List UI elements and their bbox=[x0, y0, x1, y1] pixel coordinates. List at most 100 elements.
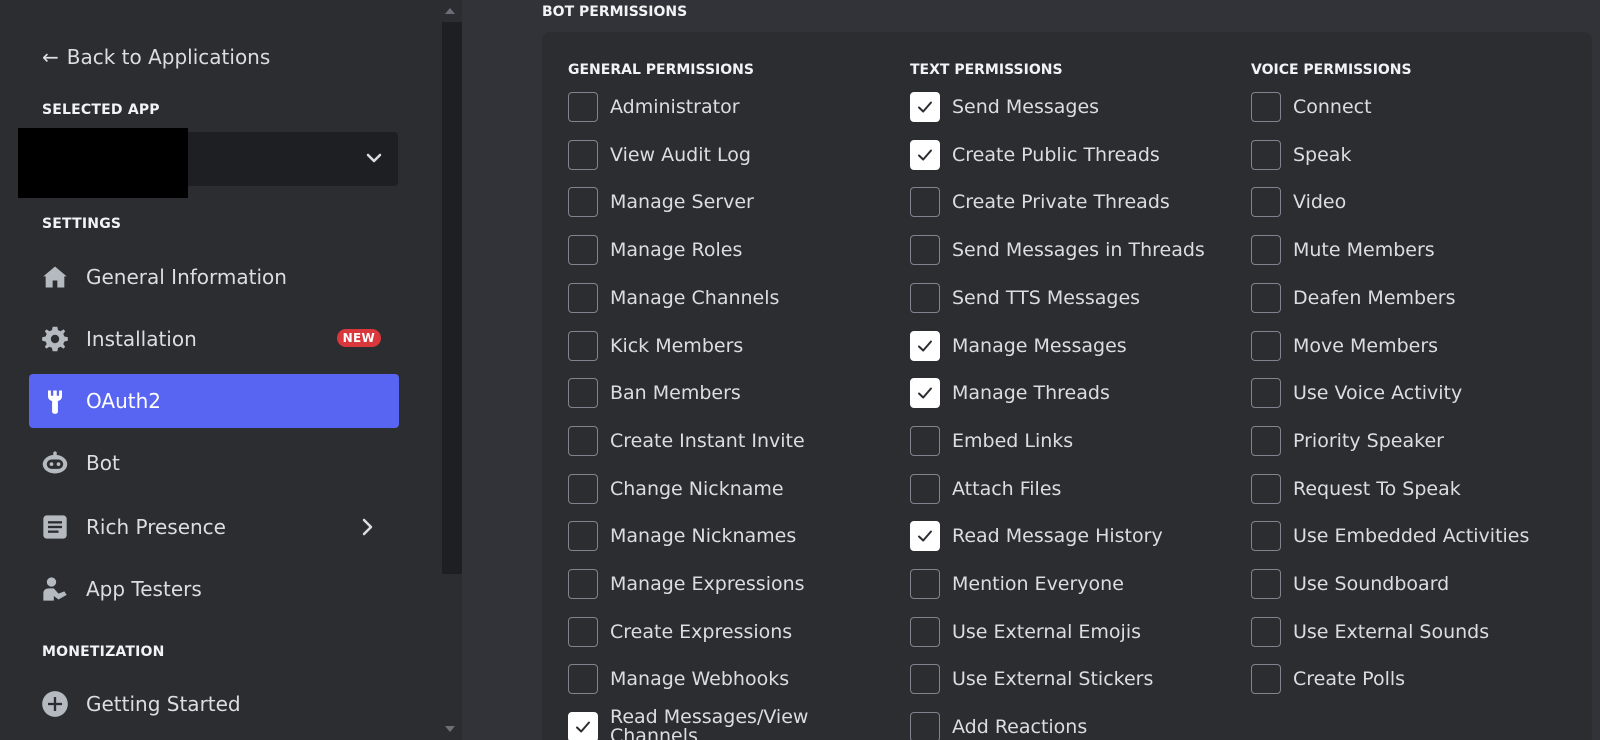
permission-row[interactable]: Read Message History bbox=[910, 519, 1163, 553]
permission-label: Deafen Members bbox=[1293, 286, 1456, 309]
permission-checkbox[interactable] bbox=[1251, 521, 1281, 551]
permission-row[interactable]: Add Reactions bbox=[910, 710, 1087, 740]
permission-checkbox[interactable] bbox=[568, 664, 598, 694]
sidebar-item-app-testers[interactable]: App Testers bbox=[29, 562, 399, 616]
sidebar-item-rich-presence[interactable]: Rich Presence bbox=[29, 500, 399, 554]
permission-row[interactable]: Send Messages in Threads bbox=[910, 233, 1205, 267]
permission-row[interactable]: Create Expressions bbox=[568, 615, 792, 649]
permission-checkbox[interactable] bbox=[1251, 235, 1281, 265]
permission-checkbox[interactable] bbox=[568, 187, 598, 217]
permission-row[interactable]: Priority Speaker bbox=[1251, 424, 1444, 458]
permission-checkbox[interactable] bbox=[568, 140, 598, 170]
permission-checkbox[interactable] bbox=[910, 569, 940, 599]
permission-row[interactable]: View Audit Log bbox=[568, 138, 751, 172]
permission-row[interactable]: Request To Speak bbox=[1251, 472, 1461, 506]
permission-checkbox[interactable] bbox=[568, 617, 598, 647]
permission-checkbox[interactable] bbox=[1251, 187, 1281, 217]
permission-checkbox[interactable] bbox=[910, 92, 940, 122]
home-icon bbox=[40, 262, 70, 292]
permission-row[interactable]: Read Messages/View Channels bbox=[568, 708, 820, 740]
permission-row[interactable]: Manage Nicknames bbox=[568, 519, 796, 553]
permission-row[interactable]: Embed Links bbox=[910, 424, 1073, 458]
permission-checkbox[interactable] bbox=[1251, 664, 1281, 694]
permission-row[interactable]: Use Soundboard bbox=[1251, 567, 1449, 601]
permission-checkbox[interactable] bbox=[568, 569, 598, 599]
permission-row[interactable]: Use External Sounds bbox=[1251, 615, 1489, 649]
permission-row[interactable]: Manage Expressions bbox=[568, 567, 805, 601]
permission-checkbox[interactable] bbox=[1251, 283, 1281, 313]
permission-checkbox[interactable] bbox=[568, 331, 598, 361]
scroll-up-arrow[interactable] bbox=[445, 8, 455, 14]
permission-row[interactable]: Speak bbox=[1251, 138, 1351, 172]
app-selector-dropdown[interactable] bbox=[18, 128, 398, 198]
permission-row[interactable]: Create Public Threads bbox=[910, 138, 1160, 172]
permission-checkbox[interactable] bbox=[910, 187, 940, 217]
permission-row[interactable]: Manage Messages bbox=[910, 329, 1127, 363]
new-badge: NEW bbox=[336, 329, 381, 347]
permission-row[interactable]: Use External Emojis bbox=[910, 615, 1141, 649]
permission-checkbox[interactable] bbox=[1251, 569, 1281, 599]
permission-checkbox[interactable] bbox=[568, 521, 598, 551]
permission-row[interactable]: Create Instant Invite bbox=[568, 424, 805, 458]
permission-row[interactable]: Create Polls bbox=[1251, 662, 1405, 696]
permission-row[interactable]: Use Embedded Activities bbox=[1251, 519, 1529, 553]
sidebar-scrollbar-thumb[interactable] bbox=[442, 22, 462, 574]
permission-row[interactable]: Attach Files bbox=[910, 472, 1061, 506]
permission-row[interactable]: Send Messages bbox=[910, 90, 1099, 124]
permission-checkbox[interactable] bbox=[910, 378, 940, 408]
back-to-applications-link[interactable]: ← Back to Applications bbox=[42, 42, 270, 72]
permission-checkbox[interactable] bbox=[910, 474, 940, 504]
permission-checkbox[interactable] bbox=[568, 474, 598, 504]
permission-checkbox[interactable] bbox=[910, 617, 940, 647]
permission-row[interactable]: Use Voice Activity bbox=[1251, 376, 1462, 410]
monetization-label: MONETIZATION bbox=[42, 644, 165, 660]
permission-checkbox[interactable] bbox=[1251, 378, 1281, 408]
permission-row[interactable]: Manage Webhooks bbox=[568, 662, 789, 696]
scroll-down-arrow[interactable] bbox=[445, 726, 455, 732]
permission-row[interactable]: Manage Threads bbox=[910, 376, 1110, 410]
permission-row[interactable]: Move Members bbox=[1251, 329, 1438, 363]
permission-checkbox[interactable] bbox=[910, 712, 940, 740]
permission-checkbox[interactable] bbox=[1251, 92, 1281, 122]
permission-checkbox[interactable] bbox=[568, 92, 598, 122]
permission-row[interactable]: Manage Roles bbox=[568, 233, 742, 267]
permission-checkbox[interactable] bbox=[1251, 331, 1281, 361]
permission-row[interactable]: Manage Server bbox=[568, 185, 754, 219]
permission-row[interactable]: Ban Members bbox=[568, 376, 741, 410]
permission-row[interactable]: Create Private Threads bbox=[910, 185, 1170, 219]
permission-row[interactable]: Connect bbox=[1251, 90, 1372, 124]
permission-checkbox[interactable] bbox=[568, 235, 598, 265]
permission-checkbox[interactable] bbox=[568, 378, 598, 408]
permission-row[interactable]: Send TTS Messages bbox=[910, 281, 1140, 315]
permission-row[interactable]: Use External Stickers bbox=[910, 662, 1153, 696]
permission-row[interactable]: Mention Everyone bbox=[910, 567, 1124, 601]
permission-checkbox[interactable] bbox=[910, 664, 940, 694]
permission-label: Create Private Threads bbox=[952, 190, 1170, 213]
permission-row[interactable]: Change Nickname bbox=[568, 472, 784, 506]
permission-checkbox[interactable] bbox=[568, 283, 598, 313]
permission-row[interactable]: Manage Channels bbox=[568, 281, 779, 315]
permission-row[interactable]: Administrator bbox=[568, 90, 740, 124]
permission-row[interactable]: Deafen Members bbox=[1251, 281, 1455, 315]
permission-row[interactable]: Kick Members bbox=[568, 329, 743, 363]
permission-row[interactable]: Video bbox=[1251, 185, 1346, 219]
permission-checkbox[interactable] bbox=[568, 712, 598, 740]
back-link-label: Back to Applications bbox=[66, 45, 271, 69]
permission-checkbox[interactable] bbox=[910, 283, 940, 313]
permission-row[interactable]: Mute Members bbox=[1251, 233, 1435, 267]
permission-checkbox[interactable] bbox=[568, 426, 598, 456]
permission-checkbox[interactable] bbox=[910, 235, 940, 265]
sidebar-item-general-information[interactable]: General Information bbox=[29, 250, 399, 304]
sidebar-item-getting-started[interactable]: Getting Started bbox=[29, 677, 399, 731]
sidebar-item-bot[interactable]: Bot bbox=[29, 436, 399, 490]
permission-checkbox[interactable] bbox=[1251, 426, 1281, 456]
sidebar-item-oauth2[interactable]: OAuth2 bbox=[29, 374, 399, 428]
permission-checkbox[interactable] bbox=[910, 521, 940, 551]
permission-checkbox[interactable] bbox=[1251, 617, 1281, 647]
permission-checkbox[interactable] bbox=[910, 140, 940, 170]
permission-checkbox[interactable] bbox=[1251, 140, 1281, 170]
permission-checkbox[interactable] bbox=[910, 331, 940, 361]
permission-checkbox[interactable] bbox=[910, 426, 940, 456]
permission-checkbox[interactable] bbox=[1251, 474, 1281, 504]
sidebar-item-installation[interactable]: Installation NEW bbox=[29, 312, 399, 366]
